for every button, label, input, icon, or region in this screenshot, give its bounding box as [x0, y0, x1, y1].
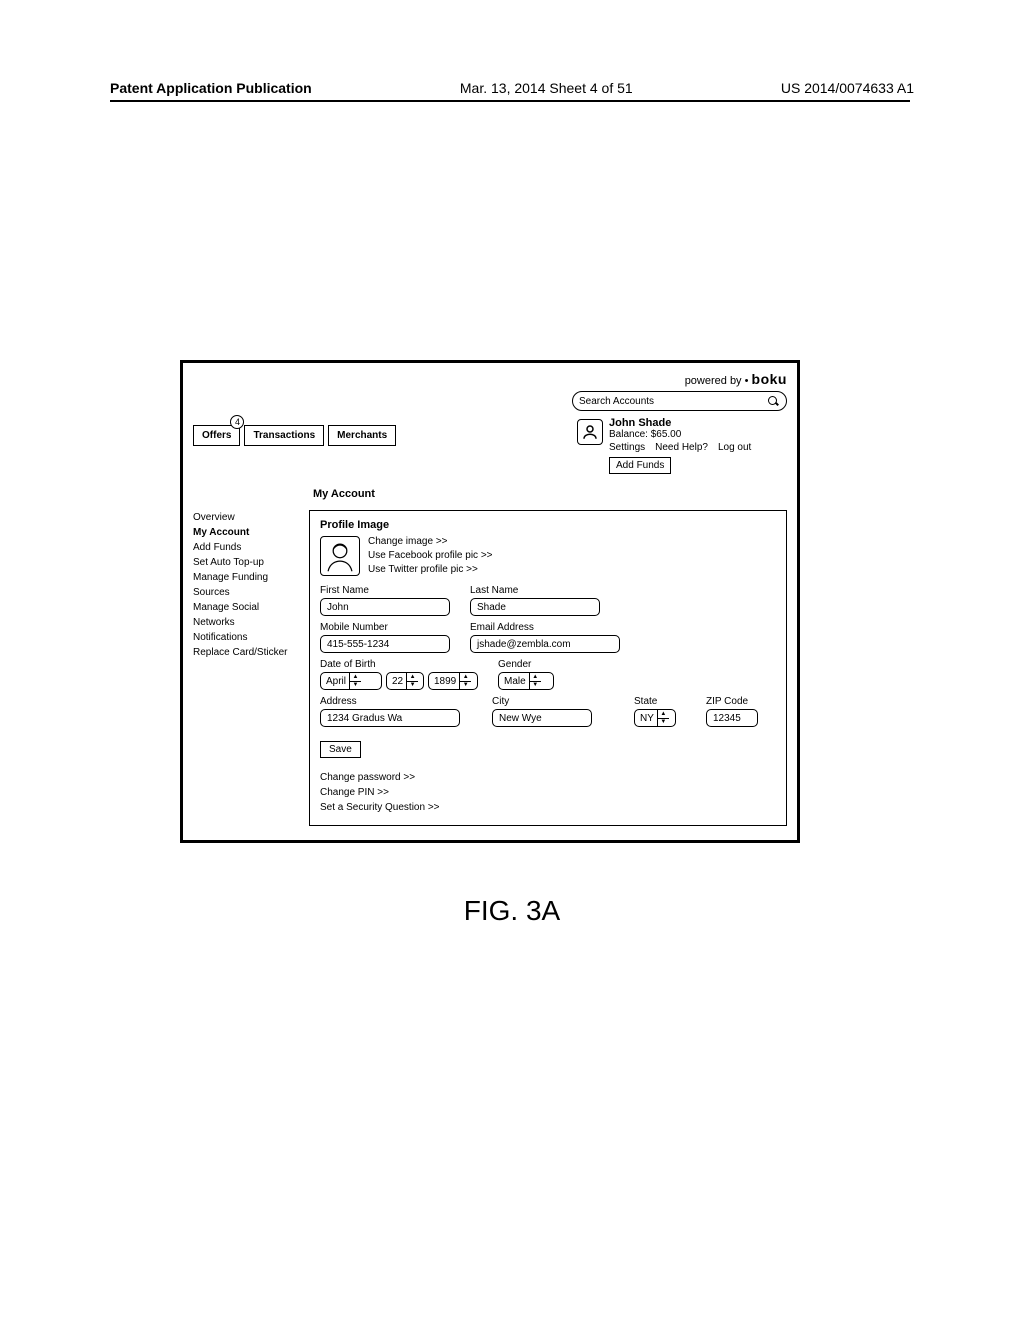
use-twitter-pic-link[interactable]: Use Twitter profile pic >>: [368, 563, 493, 577]
last-name-label: Last Name: [470, 585, 600, 596]
sidebar-item-my-account[interactable]: My Account: [193, 525, 289, 540]
save-button[interactable]: Save: [320, 741, 361, 758]
search-input[interactable]: Search Accounts: [572, 391, 787, 411]
change-image-link[interactable]: Change image >>: [368, 535, 493, 549]
tab-transactions-label: Transactions: [253, 430, 315, 441]
powered-by-prefix: powered by: [685, 375, 742, 387]
zip-field[interactable]: 12345: [706, 709, 758, 727]
doc-header-center: Mar. 13, 2014 Sheet 4 of 51: [460, 80, 633, 96]
user-panel: John Shade Balance: $65.00 Settings Need…: [577, 417, 787, 474]
sidebar-item-overview[interactable]: Overview: [193, 510, 289, 525]
gender-label: Gender: [498, 659, 554, 670]
sidebar-item-add-funds[interactable]: Add Funds: [193, 540, 289, 555]
avatar: [577, 419, 603, 445]
mobile-label: Mobile Number: [320, 622, 450, 633]
figure-caption: FIG. 3A: [0, 895, 1024, 927]
email-field[interactable]: jshade@zembla.com: [470, 635, 620, 653]
first-name-label: First Name: [320, 585, 450, 596]
app-frame: powered by • boku Search Accounts Offers…: [180, 360, 800, 843]
address-field[interactable]: 1234 Gradus Wa: [320, 709, 460, 727]
doc-header-right: US 2014/0074633 A1: [781, 80, 914, 96]
gender-stepper[interactable]: Male ▲▼: [498, 672, 554, 690]
city-label: City: [492, 696, 622, 707]
sidebar-item-auto-topup[interactable]: Set Auto Top-up: [193, 555, 289, 570]
brand-dot-icon: •: [745, 375, 749, 387]
change-password-link[interactable]: Change password >>: [320, 770, 776, 785]
stepper-arrows-icon: ▲▼: [406, 673, 418, 689]
search-placeholder: Search Accounts: [579, 396, 654, 407]
sidebar: Overview My Account Add Funds Set Auto T…: [193, 510, 289, 826]
dob-month-stepper[interactable]: April ▲▼: [320, 672, 382, 690]
change-pin-link[interactable]: Change PIN >>: [320, 785, 776, 800]
user-icon: [581, 423, 599, 441]
stepper-arrows-icon: ▲▼: [657, 710, 669, 726]
settings-link[interactable]: Settings: [609, 442, 645, 453]
doc-header: Patent Application Publication Mar. 13, …: [0, 80, 1024, 96]
tab-merchants-label: Merchants: [337, 430, 387, 441]
user-balance: Balance: $65.00: [609, 429, 751, 440]
dob-month-value: April: [326, 676, 349, 687]
dob-year-stepper[interactable]: 1899 ▲▼: [428, 672, 478, 690]
sidebar-item-social-networks[interactable]: Manage Social Networks: [193, 600, 289, 630]
sidebar-item-funding-sources[interactable]: Manage Funding Sources: [193, 570, 289, 600]
profile-image-title: Profile Image: [320, 519, 776, 531]
add-funds-button[interactable]: Add Funds: [609, 457, 671, 474]
powered-by: powered by • boku: [193, 371, 787, 387]
profile-image: [320, 536, 360, 576]
gender-value: Male: [504, 676, 529, 687]
logout-link[interactable]: Log out: [718, 442, 751, 453]
portrait-icon: [323, 539, 357, 573]
offers-badge: 4: [230, 415, 244, 429]
security-question-link[interactable]: Set a Security Question >>: [320, 800, 776, 815]
sidebar-item-replace-card[interactable]: Replace Card/Sticker: [193, 645, 289, 660]
user-name: John Shade: [609, 417, 751, 429]
search-icon: [766, 394, 780, 408]
email-label: Email Address: [470, 622, 620, 633]
stepper-arrows-icon: ▲▼: [529, 673, 541, 689]
dob-label: Date of Birth: [320, 659, 478, 670]
mobile-field[interactable]: 415-555-1234: [320, 635, 450, 653]
dob-day-value: 22: [392, 676, 406, 687]
state-value: NY: [640, 713, 657, 724]
doc-header-left: Patent Application Publication: [110, 80, 312, 96]
tab-transactions[interactable]: Transactions: [244, 425, 324, 446]
first-name-field[interactable]: John: [320, 598, 450, 616]
city-field[interactable]: New Wye: [492, 709, 592, 727]
need-help-link[interactable]: Need Help?: [655, 442, 708, 453]
stepper-arrows-icon: ▲▼: [349, 673, 361, 689]
address-label: Address: [320, 696, 480, 707]
page-title: My Account: [313, 488, 787, 500]
state-stepper[interactable]: NY ▲▼: [634, 709, 676, 727]
tab-merchants[interactable]: Merchants: [328, 425, 396, 446]
stepper-arrows-icon: ▲▼: [459, 673, 471, 689]
tab-offers-label: Offers: [202, 430, 231, 441]
sidebar-item-notifications[interactable]: Notifications: [193, 630, 289, 645]
use-facebook-pic-link[interactable]: Use Facebook profile pic >>: [368, 549, 493, 563]
zip-label: ZIP Code: [706, 696, 776, 707]
dob-year-value: 1899: [434, 676, 459, 687]
dob-day-stepper[interactable]: 22 ▲▼: [386, 672, 424, 690]
main-panel: Profile Image Change image >> Use Facebo…: [309, 510, 787, 826]
last-name-field[interactable]: Shade: [470, 598, 600, 616]
doc-header-rule: [110, 100, 910, 102]
state-label: State: [634, 696, 694, 707]
brand-logo: boku: [752, 371, 787, 387]
